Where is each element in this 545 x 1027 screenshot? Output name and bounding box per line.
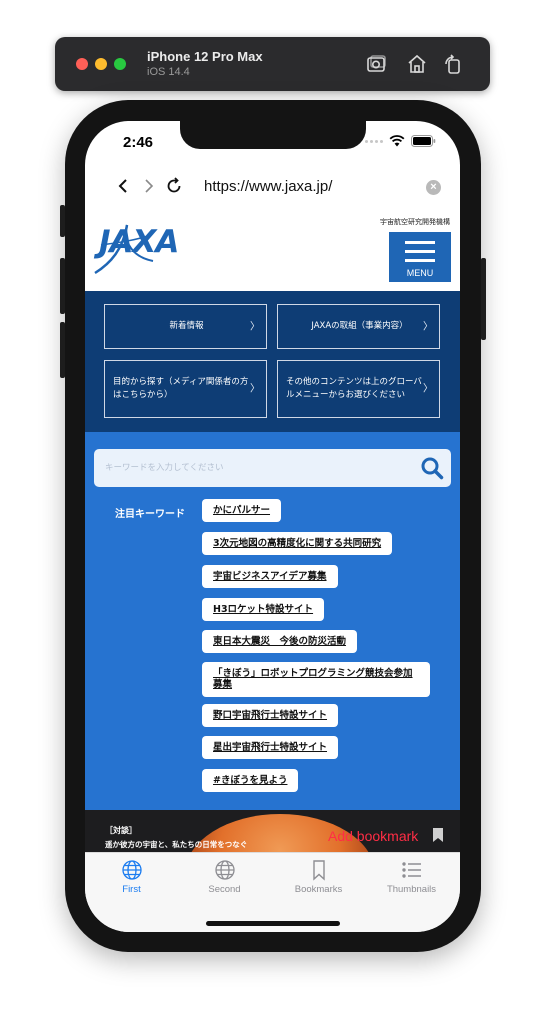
feature-tag: ［対談］ [105,826,137,835]
quick-link-other-content[interactable]: その他のコンテンツは上のグローバルメニューからお選びください〉 [277,360,440,418]
jaxa-logo[interactable]: JAXA [93,219,193,281]
keyword-link[interactable]: 宇宙ビジネスアイデア募集 [202,565,338,589]
volume-down-button [60,322,65,378]
browser-toolbar: https://www.jaxa.jp/ × [85,169,460,207]
globe-icon [121,860,142,880]
hamburger-icon [405,241,435,268]
bookmark-icon[interactable] [432,827,444,843]
signal-icon [365,139,383,143]
search-icon[interactable] [420,456,444,480]
tab-first[interactable]: First [85,859,178,895]
back-icon[interactable] [112,175,134,197]
chevron-right-icon: 〉 [250,383,260,395]
status-icons [365,135,436,147]
search-box[interactable]: キーワードを入力してください [94,449,451,487]
forward-icon[interactable] [138,175,160,197]
tab-label: Second [208,884,241,895]
list-icon [401,862,421,878]
status-time: 2:46 [123,134,154,151]
notch [180,121,366,149]
screenshot-icon[interactable] [365,52,389,76]
menu-button[interactable]: MENU [389,232,451,282]
search-section: キーワードを入力してください 注目キーワード かにパルサー 3次元地図の高精度化… [85,432,460,810]
tab-label: First [122,884,141,895]
org-name: 宇宙航空研究開発機構 [380,218,450,226]
keyword-link[interactable]: 東日本大震災 今後の防災活動 [202,630,358,654]
home-icon[interactable] [405,52,429,76]
keyword-link[interactable]: #きぼうを見よう [202,769,299,793]
quick-nav: 新着情報〉 JAXAの取組（事業内容）〉 目的から探す（メディア関係者の方はこち… [85,291,460,432]
menu-label: MENU [406,268,434,278]
power-button [481,258,486,340]
quick-link-news[interactable]: 新着情報〉 [104,304,267,349]
feature-caption: 遥か彼方の宇宙と、私たちの日常をつなぐ [105,840,248,849]
add-bookmark-button[interactable]: Add bookmark [328,828,418,844]
zoom-window-button[interactable] [114,58,126,70]
keyword-link[interactable]: 3次元地図の高精度化に関する共同研究 [202,532,393,556]
tab-label: Bookmarks [294,884,343,895]
quick-link-by-purpose[interactable]: 目的から探す（メディア関係者の方はこちらから）〉 [104,360,267,418]
quick-link-activities[interactable]: JAXAの取組（事業内容）〉 [277,304,440,349]
chevron-right-icon: 〉 [423,321,433,332]
keyword-link[interactable]: かにパルサー [202,499,282,523]
tab-label: Thumbnails [386,884,437,895]
simulator-title-bar: iPhone 12 Pro Max iOS 14.4 [55,37,490,91]
feature-banner[interactable]: ［対談］ 遥か彼方の宇宙と、私たちの日常をつなぐ Add bookmark [85,810,460,852]
device-name: iPhone 12 Pro Max [147,49,263,64]
mute-switch [60,205,65,237]
keyword-link[interactable]: 星出宇宙飛行士特設サイト [202,736,339,760]
keyword-link[interactable]: H3ロケット特設サイト [202,598,325,622]
wifi-icon [389,135,405,147]
site-header: JAXA 宇宙航空研究開発機構 MENU [85,211,460,291]
os-version: iOS 14.4 [147,66,190,78]
chevron-right-icon: 〉 [250,321,260,332]
volume-up-button [60,258,65,314]
keyword-link[interactable]: 「きぼう」ロボットプログラミング競技会参加募集 [202,662,430,697]
bookmark-icon [312,860,325,881]
search-input[interactable]: キーワードを入力してください [105,461,224,473]
rotate-icon[interactable] [441,52,465,76]
keyword-link[interactable]: 野口宇宙飛行士特設サイト [202,704,339,728]
phone-screen: 2:46 https://www.jaxa.jp/ × JAXA 宇宙航空研究開… [85,121,460,932]
tab-bar: First Second Bookmarks Thumbnails [85,852,460,932]
globe-icon [214,860,235,880]
clear-icon[interactable]: × [426,180,441,195]
reload-icon[interactable] [163,175,185,197]
chevron-right-icon: 〉 [423,383,433,395]
battery-icon [411,135,436,147]
tab-bookmarks[interactable]: Bookmarks [272,859,365,895]
close-window-button[interactable] [76,58,88,70]
minimize-window-button[interactable] [95,58,107,70]
home-indicator[interactable] [206,921,340,926]
tab-second[interactable]: Second [178,859,271,895]
tab-thumbnails[interactable]: Thumbnails [365,859,458,895]
keywords-label: 注目キーワード [115,509,185,520]
url-field[interactable]: https://www.jaxa.jp/ [204,178,332,195]
